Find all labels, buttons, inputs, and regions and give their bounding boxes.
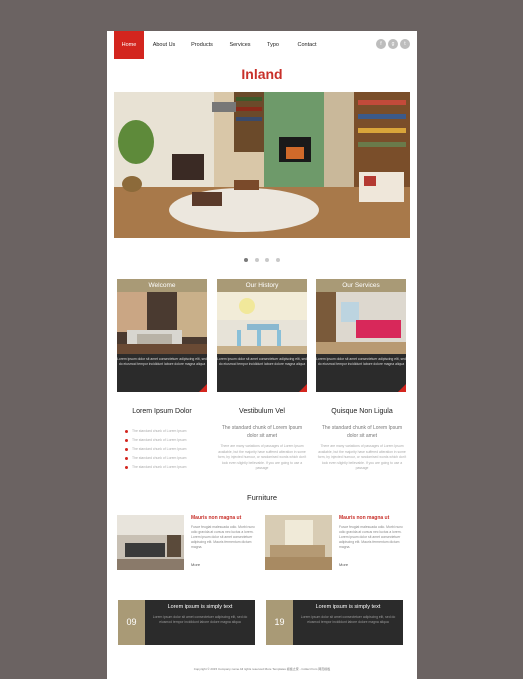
feature-card-our-services[interactable]: Our Services Lorem ipsum dolor sit amet … [316, 279, 406, 392]
corner-arrow-icon[interactable] [299, 384, 307, 392]
news-body: Lorem ipsum dolor sit amet consectetuer … [300, 615, 396, 624]
facebook-icon[interactable]: f [376, 39, 386, 49]
column-title: Lorem Ipsum Dolor [132, 408, 192, 415]
google-plus-icon[interactable]: g [388, 39, 398, 49]
column-body: There are many variations of passages of… [317, 444, 407, 470]
card-text-content: Lorem ipsum dolor sit amet consectetuer … [117, 357, 207, 366]
column-subtitle: The standard chunk of Lorem Ipsum dolor … [221, 425, 303, 439]
card-text: Lorem ipsum dolor sit amet consectetuer … [217, 354, 307, 392]
nav-about-us[interactable]: About Us [149, 31, 179, 59]
news-box[interactable]: Lorem ipsum is simply text Lorem ipsum d… [293, 600, 403, 645]
column-subtitle: The standard chunk of Lorem Ipsum dolor … [321, 425, 403, 439]
nav-contact[interactable]: Contact [293, 31, 321, 59]
feature-card-our-history[interactable]: Our History Lorem ipsum dolor sit amet c… [217, 279, 307, 392]
card-image [316, 292, 406, 354]
slider-dot[interactable] [275, 258, 280, 262]
furniture-item-body: Fusce feugiat malesuada odio. Morbi nunc… [339, 525, 403, 549]
corner-arrow-icon[interactable] [398, 384, 406, 392]
section-title: Furniture [246, 493, 277, 502]
feature-card-welcome[interactable]: Welcome Lorem ipsum dolor sit amet conse… [117, 279, 207, 392]
hero-slider [114, 92, 410, 238]
list-item[interactable]: The standard chunk of Lorem Ipsum [124, 463, 214, 472]
list-item[interactable]: The standard chunk of Lorem Ipsum [124, 454, 214, 463]
furniture-item-body: Fusce feugiat malesuada odio. Morbi nunc… [191, 525, 255, 549]
list-item[interactable]: The standard chunk of Lorem Ipsum [124, 436, 214, 445]
page: Home About Us Products Services Typo Con… [107, 31, 417, 679]
more-link[interactable]: More [339, 562, 348, 567]
list-item[interactable]: The standard chunk of Lorem Ipsum [124, 427, 214, 436]
slider-dots [107, 249, 417, 267]
card-title: Our Services [316, 279, 406, 292]
card-text: Lorem ipsum dolor sit amet consectetuer … [117, 354, 207, 392]
card-title: Our History [217, 279, 307, 292]
main-nav: Home About Us Products Services Typo Con… [107, 31, 417, 59]
slider-dot[interactable] [254, 258, 259, 262]
news-title[interactable]: Lorem ipsum is simply text [293, 604, 403, 610]
corner-arrow-icon[interactable] [199, 384, 207, 392]
news-box[interactable]: Lorem ipsum is simply text Lorem ipsum d… [145, 600, 255, 645]
more-link[interactable]: More [191, 562, 200, 567]
furniture-image[interactable] [265, 515, 332, 570]
nav-services[interactable]: Services [225, 31, 255, 59]
nav-products[interactable]: Products [187, 31, 217, 59]
slider-dot[interactable] [244, 258, 249, 262]
column-title: Quisque Non Ligula [331, 408, 393, 415]
list-item[interactable]: The standard chunk of Lorem Ipsum [124, 445, 214, 454]
card-image [117, 292, 207, 354]
card-text-content: Lorem ipsum dolor sit amet consectetuer … [217, 357, 307, 366]
bullet-list: The standard chunk of Lorem Ipsum The st… [124, 427, 214, 472]
date-number: 19 [266, 600, 293, 645]
news-title[interactable]: Lorem ipsum is simply text [145, 604, 255, 610]
card-image [217, 292, 307, 354]
nav-home[interactable]: Home [114, 31, 144, 59]
site-logo[interactable]: Inland [107, 66, 417, 82]
column-title: Vestibulum Vel [239, 408, 285, 415]
news-body: Lorem ipsum dolor sit amet consectetuer … [152, 615, 248, 624]
twitter-icon[interactable]: t [400, 39, 410, 49]
column-body: There are many variations of passages of… [217, 444, 307, 470]
footer-copyright: Copyright © 2015 Company name All rights… [193, 667, 331, 671]
living-room-image [114, 92, 410, 238]
furniture-item-title[interactable]: Mauris non magna ut [339, 515, 389, 521]
furniture-image[interactable] [117, 515, 184, 570]
nav-typo[interactable]: Typo [261, 31, 285, 59]
card-text: Lorem ipsum dolor sit amet consectetuer … [316, 354, 406, 392]
card-text-content: Lorem ipsum dolor sit amet consectetuer … [316, 357, 406, 366]
card-title: Welcome [117, 279, 207, 292]
date-number: 09 [118, 600, 145, 645]
furniture-item-title[interactable]: Mauris non magna ut [191, 515, 241, 521]
slider-dot[interactable] [265, 258, 270, 262]
